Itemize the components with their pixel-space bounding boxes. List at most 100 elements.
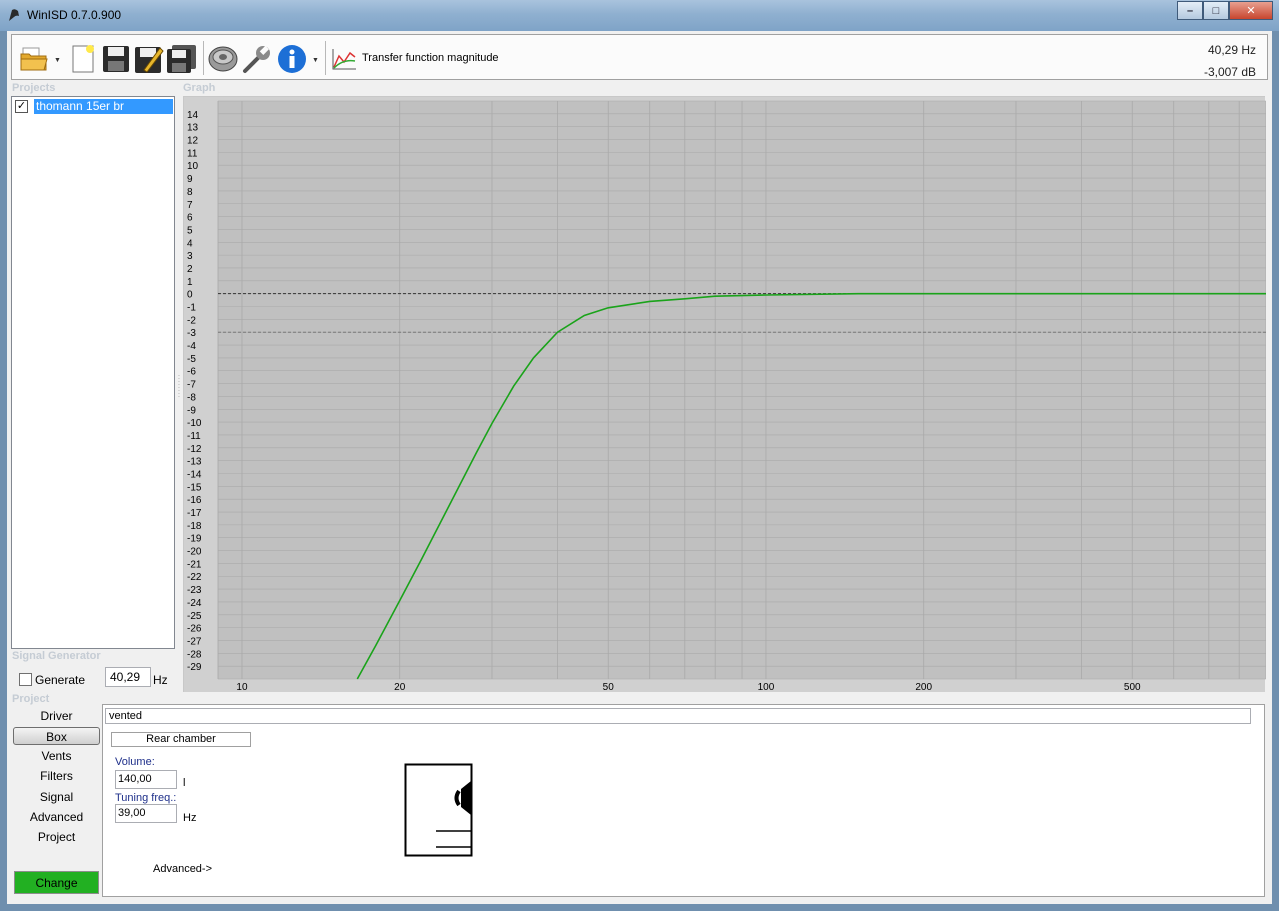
signal-generator-section-label: Signal Generator	[12, 650, 101, 662]
generate-checkbox[interactable]	[19, 673, 32, 686]
y-tick-label: -12	[187, 444, 202, 455]
generate-label: Generate	[35, 673, 86, 687]
y-tick-label: 9	[187, 174, 193, 185]
y-tick-label: 11	[187, 148, 198, 159]
signal-frequency-input[interactable]: 40,29	[105, 667, 151, 687]
tuning-freq-input[interactable]: 39,00	[115, 804, 177, 823]
maximize-button[interactable]: □	[1203, 1, 1229, 20]
save-as-icon	[135, 47, 164, 73]
box-diagram-image	[404, 763, 473, 857]
graph-icon	[332, 49, 356, 70]
y-tick-label: -7	[187, 380, 196, 391]
info-icon	[278, 45, 306, 73]
list-item[interactable]: ✓ thomann 15er br	[15, 99, 173, 114]
tools-icon	[243, 45, 270, 73]
y-tick-label: -14	[187, 469, 202, 480]
close-button[interactable]: ✕	[1229, 1, 1273, 20]
nav-signal[interactable]: Signal	[13, 788, 100, 806]
info-dropdown-icon[interactable]: ▼	[312, 57, 319, 64]
y-tick-label: -5	[187, 354, 196, 365]
y-tick-label: -13	[187, 457, 202, 468]
y-tick-label: 13	[187, 123, 199, 134]
y-tick-label: -23	[187, 585, 202, 596]
new-project-icon	[72, 45, 94, 73]
nav-box[interactable]: Box	[13, 727, 100, 745]
project-name[interactable]: thomann 15er br	[34, 99, 173, 114]
save-all-icon	[167, 45, 196, 73]
volume-label: Volume:	[115, 756, 155, 768]
volume-input[interactable]: 140,00	[115, 770, 177, 789]
nav-driver[interactable]: Driver	[13, 707, 100, 725]
y-tick-label: 5	[187, 225, 193, 236]
cursor-level-readout: -3,007 dB	[1203, 65, 1256, 79]
tuning-freq-unit: Hz	[183, 812, 197, 824]
graph-type-button[interactable]	[330, 43, 358, 75]
open-project-button[interactable]	[18, 43, 50, 75]
x-tick-label: 500	[1124, 682, 1141, 693]
graph-section-label: Graph	[183, 82, 216, 94]
app-icon	[9, 9, 19, 21]
y-tick-label: -25	[187, 611, 202, 622]
box-type-field[interactable]: vented	[105, 708, 1251, 724]
x-tick-label: 20	[394, 682, 406, 693]
y-tick-label: 3	[187, 251, 193, 262]
nav-advanced[interactable]: Advanced	[13, 808, 100, 826]
response-chart[interactable]: 14131211109876543210-1-2-3-4-5-6-7-8-9-1…	[184, 97, 1266, 693]
y-tick-label: 1	[187, 277, 193, 288]
x-tick-label: 200	[915, 682, 932, 693]
y-tick-label: -18	[187, 521, 202, 532]
save-all-button[interactable]	[166, 43, 198, 75]
y-tick-label: 12	[187, 136, 199, 147]
y-tick-label: -29	[187, 662, 202, 673]
project-section-label: Project	[12, 693, 50, 705]
y-tick-label: -24	[187, 598, 202, 609]
x-tick-label: 100	[758, 682, 775, 693]
tuning-freq-label: Tuning freq.:	[115, 792, 177, 804]
x-tick-label: 10	[236, 682, 248, 693]
y-tick-label: -6	[187, 367, 196, 378]
projects-list[interactable]: ✓ thomann 15er br	[11, 96, 175, 649]
y-tick-label: 4	[187, 238, 193, 249]
signal-frequency-unit: Hz	[153, 673, 168, 687]
y-tick-label: 0	[187, 290, 193, 301]
open-folder-icon	[20, 47, 48, 71]
y-tick-label: -11	[187, 431, 201, 442]
project-visible-checkbox[interactable]: ✓	[15, 100, 28, 113]
graph-panel[interactable]: 14 13 12 11 10 9 8 7 6 5 4 3 2 1 0 -1 -2 -3 -4 -5 -6 -7 -8 -9 -1…	[183, 96, 1266, 693]
driver-editor-button[interactable]	[207, 43, 239, 75]
y-tick-label: -27	[187, 636, 202, 647]
new-project-button[interactable]	[67, 43, 99, 75]
projects-section-label: Projects	[12, 82, 56, 94]
y-tick-label: -17	[187, 508, 202, 519]
advanced-link[interactable]: Advanced->	[153, 863, 212, 875]
nav-filters[interactable]: Filters	[13, 767, 100, 785]
y-tick-label: 7	[187, 200, 193, 211]
y-tick-label: 2	[187, 264, 193, 275]
y-tick-label: -8	[187, 392, 196, 403]
splitter-handle[interactable]: ........	[178, 371, 180, 399]
window-controls: – □ ✕	[1177, 1, 1273, 20]
minimize-button[interactable]: –	[1177, 1, 1203, 20]
window-title: WinISD 0.7.0.900	[27, 8, 122, 22]
nav-vents[interactable]: Vents	[13, 747, 100, 765]
main-window: ▼ ▼ Transfer function magnitude 40,29 Hz…	[7, 31, 1272, 904]
open-dropdown-icon[interactable]: ▼	[54, 57, 61, 64]
toolbar-separator	[325, 41, 326, 75]
save-as-button[interactable]	[133, 43, 165, 75]
nav-project[interactable]: Project	[13, 828, 100, 846]
rear-chamber-button[interactable]: Rear chamber	[111, 732, 251, 747]
y-tick-label: 10	[187, 161, 199, 172]
graph-type-label: Transfer function magnitude	[362, 52, 499, 64]
y-tick-label: -19	[187, 534, 202, 545]
tools-button[interactable]	[241, 43, 273, 75]
title-bar: WinISD 0.7.0.900 – □ ✕	[0, 0, 1279, 31]
y-tick-label: -21	[187, 559, 202, 570]
y-tick-label: -15	[187, 482, 202, 493]
y-tick-label: -20	[187, 547, 202, 558]
info-button[interactable]	[276, 43, 308, 75]
y-tick-label: -22	[187, 572, 202, 583]
y-tick-label: -16	[187, 495, 202, 506]
change-button[interactable]: Change	[14, 871, 99, 894]
save-button[interactable]	[100, 43, 132, 75]
y-tick-label: -4	[187, 341, 196, 352]
